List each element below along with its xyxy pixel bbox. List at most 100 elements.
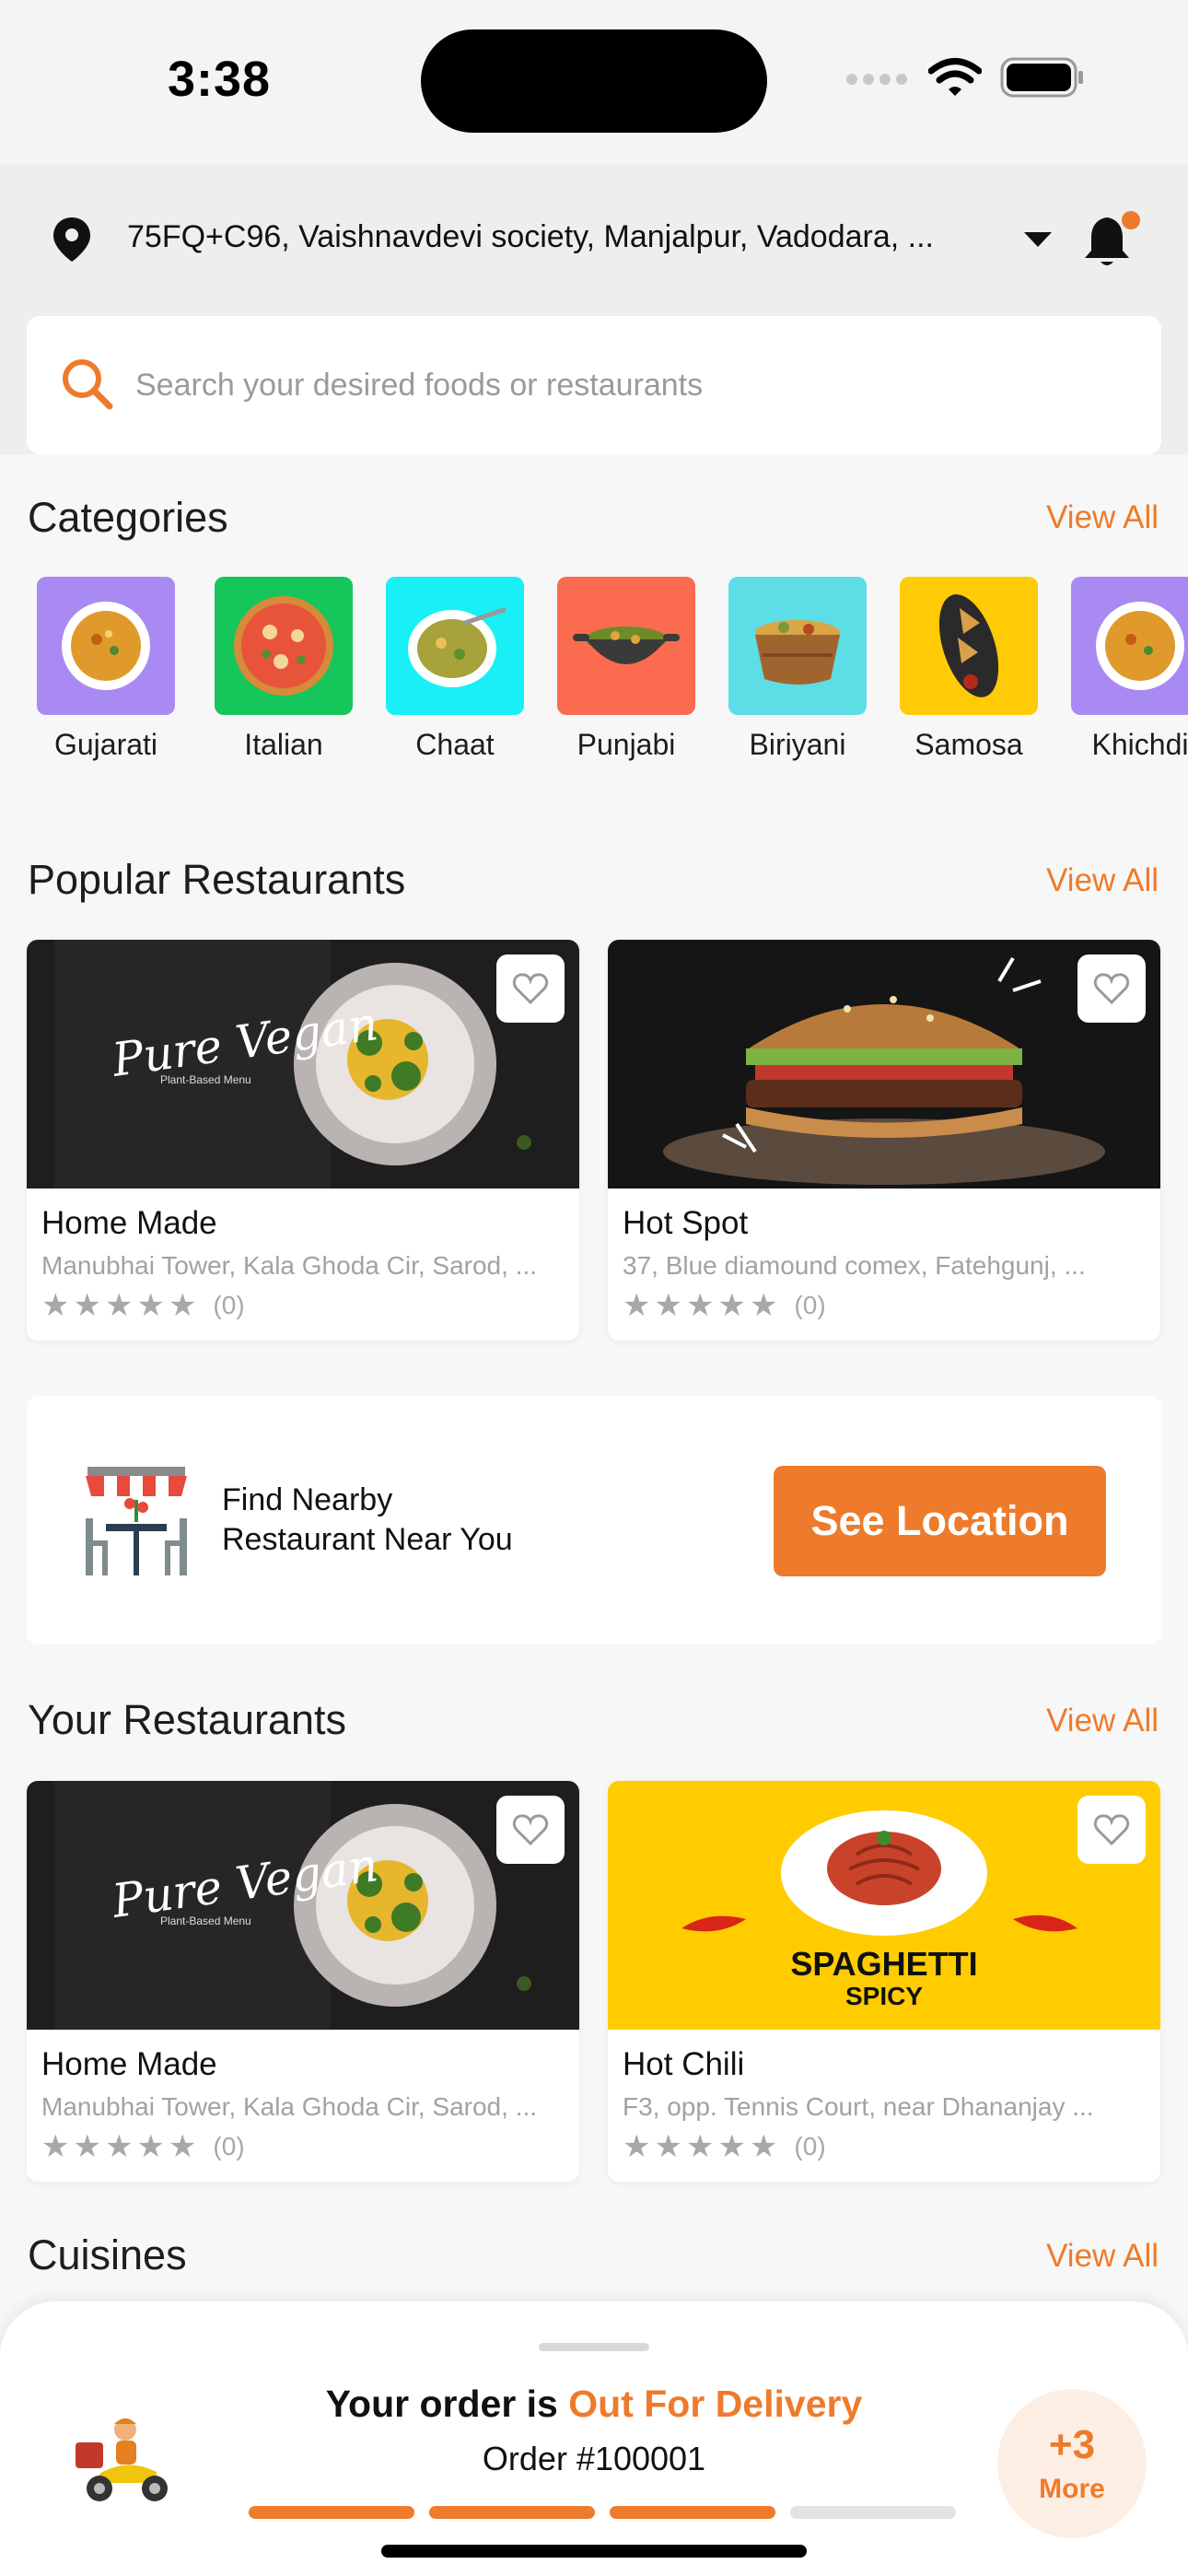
category-label: Gujarati xyxy=(53,728,158,761)
status-time: 3:38 xyxy=(168,52,272,107)
category-punjabi[interactable]: Punjabi xyxy=(541,577,712,762)
search-box[interactable] xyxy=(27,316,1161,454)
curry-bowl-icon xyxy=(1071,577,1188,715)
restaurant-address: 37, Blue diamound comex, Fatehgunj, ... xyxy=(623,1251,1086,1280)
your-restaurants-view-all-link[interactable]: View All xyxy=(1046,1703,1159,1739)
rating: ★ ★ ★ ★ ★ (0) xyxy=(41,1290,245,1321)
favorite-button[interactable] xyxy=(1077,1796,1146,1864)
see-location-button[interactable]: See Location xyxy=(774,1466,1106,1576)
category-label: Punjabi xyxy=(577,728,676,761)
restaurant-name: Home Made xyxy=(41,1205,217,1241)
star-icon: ★ xyxy=(685,1288,715,1323)
signal-icon xyxy=(846,74,907,85)
star-icon: ★ xyxy=(104,1288,134,1323)
star-icon: ★ xyxy=(168,2129,197,2164)
restaurant-name: Hot Chili xyxy=(623,2046,745,2082)
star-icon: ★ xyxy=(104,2129,134,2164)
favorite-button[interactable] xyxy=(496,1796,565,1864)
restaurant-name: Home Made xyxy=(41,2046,217,2082)
wifi-icon xyxy=(928,58,982,96)
curry-bowl-icon xyxy=(37,577,175,715)
rating-count: (0) xyxy=(213,1291,245,1319)
category-khichdi[interactable]: Khichdi xyxy=(1054,577,1188,762)
rating-count: (0) xyxy=(794,1291,826,1319)
more-orders-button[interactable]: +3 More xyxy=(997,2389,1147,2538)
heart-icon xyxy=(512,1814,549,1846)
category-label: Italian xyxy=(244,728,323,761)
star-icon: ★ xyxy=(136,1288,165,1323)
rating-count: (0) xyxy=(794,2132,826,2160)
popular-view-all-link[interactable]: View All xyxy=(1046,862,1159,899)
search-input[interactable] xyxy=(135,357,1130,413)
star-icon: ★ xyxy=(41,1288,70,1323)
restaurant-card[interactable]: Pure Vegan Plant-Based Menu Home Made Ma… xyxy=(27,940,579,1341)
chevron-down-icon[interactable] xyxy=(1022,230,1054,249)
search-icon xyxy=(63,359,113,410)
cuisines-view-all-link[interactable]: View All xyxy=(1046,2238,1159,2275)
location-pin-icon xyxy=(53,217,90,262)
restaurant-card[interactable]: Pure Vegan Plant-Based Menu Home Made Ma… xyxy=(27,1781,579,2182)
more-count: +3 xyxy=(1048,2422,1096,2467)
chaat-bowl-icon xyxy=(386,577,524,715)
star-icon: ★ xyxy=(654,2129,682,2164)
category-chaat[interactable]: Chaat xyxy=(369,577,541,762)
category-gujarati[interactable]: Gujarati xyxy=(20,577,192,762)
heart-icon xyxy=(512,973,549,1005)
status-icons xyxy=(845,57,1085,98)
rating: ★ ★ ★ ★ ★ (0) xyxy=(41,2131,245,2162)
rating: ★ ★ ★ ★ ★ (0) xyxy=(623,1290,826,1321)
order-status-prefix: Your order is xyxy=(325,2383,558,2425)
delivery-address[interactable]: 75FQ+C96, Vaishnavdevi society, Manjalpu… xyxy=(127,219,956,255)
location-bar[interactable]: 75FQ+C96, Vaishnavdevi society, Manjalpu… xyxy=(0,164,1188,316)
star-icon: ★ xyxy=(749,2129,778,2164)
progress-segment xyxy=(249,2506,414,2519)
restaurant-table-icon xyxy=(86,1467,187,1575)
restaurant-card[interactable]: SPAGHETTI SPICY Hot Chili F3, opp. Tenni… xyxy=(608,1781,1160,2182)
sheet-grabber[interactable] xyxy=(539,2343,649,2351)
category-label: Khichdi xyxy=(1091,728,1188,761)
order-status: Your order is Out For Delivery xyxy=(0,2383,1188,2426)
heart-icon xyxy=(1093,1814,1130,1846)
order-tracking-sheet[interactable]: Your order is Out For Delivery Order #10… xyxy=(0,2301,1188,2576)
favorite-button[interactable] xyxy=(1077,954,1146,1023)
star-icon: ★ xyxy=(685,2129,715,2164)
restaurant-card[interactable]: Hot Spot 37, Blue diamound comex, Fatehg… xyxy=(608,940,1160,1341)
category-biriyani[interactable]: Biriyani xyxy=(712,577,883,762)
image-subtitle: SPICY xyxy=(844,1982,924,2010)
pizza-icon xyxy=(215,577,353,715)
image-subtitle: Plant-Based Menu xyxy=(160,1073,251,1086)
popular-restaurants-title: Popular Restaurants xyxy=(28,856,406,903)
categories-view-all-link[interactable]: View All xyxy=(1046,499,1159,536)
category-label: Samosa xyxy=(914,728,1023,761)
category-italian[interactable]: Italian xyxy=(198,577,369,762)
category-label: Chaat xyxy=(415,728,495,761)
restaurant-address: F3, opp. Tennis Court, near Dhananjay ..… xyxy=(623,2092,1094,2121)
restaurant-name: Hot Spot xyxy=(623,1205,749,1241)
star-icon: ★ xyxy=(623,1288,651,1323)
star-icon: ★ xyxy=(41,2129,70,2164)
star-icon: ★ xyxy=(717,1288,746,1323)
dynamic-island xyxy=(421,29,767,133)
categories-title: Categories xyxy=(28,494,228,541)
your-restaurants-title: Your Restaurants xyxy=(28,1696,347,1743)
star-icon: ★ xyxy=(623,2129,651,2164)
progress-segment xyxy=(429,2506,595,2519)
star-icon: ★ xyxy=(749,1288,778,1323)
restaurant-address: Manubhai Tower, Kala Ghoda Cir, Sarod, .… xyxy=(41,1251,538,1280)
status-bar: 3:38 xyxy=(0,0,1188,164)
favorite-button[interactable] xyxy=(496,954,565,1023)
home-indicator[interactable] xyxy=(381,2545,807,2558)
restaurant-address: Manubhai Tower, Kala Ghoda Cir, Sarod, .… xyxy=(41,2092,538,2121)
rating: ★ ★ ★ ★ ★ (0) xyxy=(623,2131,826,2162)
notification-bell-icon[interactable] xyxy=(1080,210,1141,271)
cuisines-title: Cuisines xyxy=(28,2231,187,2278)
category-label: Biriyani xyxy=(749,728,846,761)
category-list: Gujarati Italian Chaat Punjabi Biriyani … xyxy=(0,577,1188,770)
more-label: More xyxy=(1039,2474,1105,2504)
star-icon: ★ xyxy=(654,1288,682,1323)
order-progress xyxy=(249,2506,956,2519)
star-icon: ★ xyxy=(73,2129,101,2164)
star-icon: ★ xyxy=(73,1288,101,1323)
nearby-text: Find Nearby Restaurant Near You xyxy=(222,1481,513,1560)
category-samosa[interactable]: Samosa xyxy=(883,577,1054,762)
